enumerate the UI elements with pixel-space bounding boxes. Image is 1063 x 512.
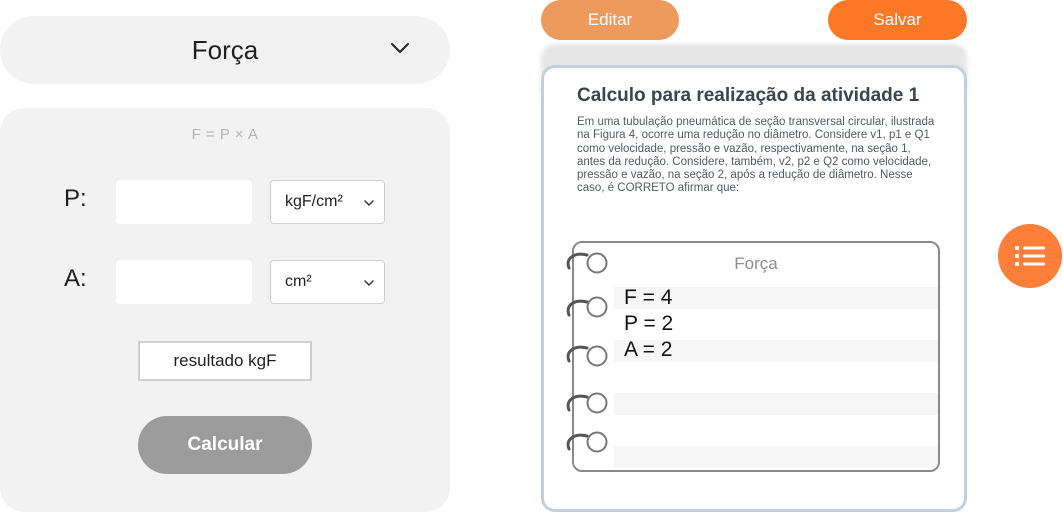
notebook-stripe <box>614 446 938 468</box>
chevron-down-icon <box>364 280 374 286</box>
notebook-lines: F = 4 P = 2 A = 2 <box>624 285 673 363</box>
notebook-stripe <box>614 393 938 415</box>
spiral-ring <box>566 252 608 274</box>
notebook-line: A = 2 <box>624 338 673 361</box>
a-label: A: <box>64 265 87 292</box>
notebook-line: P = 2 <box>624 312 674 335</box>
spiral-rings-icon <box>566 252 608 453</box>
a-input[interactable] <box>116 260 252 304</box>
save-button[interactable]: Salvar <box>828 0 967 40</box>
formula-select[interactable]: Força <box>0 16 450 84</box>
p-label: P: <box>64 185 87 212</box>
chevron-down-icon <box>364 200 374 206</box>
calculator-panel: F = P × A P: kgF/cm² A: cm² resultado kg… <box>0 108 450 512</box>
result-field: resultado kgF <box>138 341 312 381</box>
a-unit-value: cm² <box>285 273 312 290</box>
list-fab-button[interactable] <box>998 224 1062 288</box>
notebook: Força F = 4 P = 2 A = 2 <box>572 241 940 472</box>
spiral-ring <box>566 296 608 318</box>
list-icon <box>1015 246 1045 266</box>
spiral-ring <box>566 345 608 367</box>
notebook-title: Força <box>734 254 778 273</box>
formula-select-value: Força <box>191 34 259 65</box>
p-input[interactable] <box>116 180 252 224</box>
chevron-down-icon <box>390 42 410 54</box>
spiral-ring <box>566 392 608 414</box>
activity-description: Em uma tubulação pneumática de seção tra… <box>577 116 935 195</box>
p-unit-value: kgF/cm² <box>285 193 343 210</box>
calculate-button[interactable]: Calcular <box>138 416 312 474</box>
formula-text: F = P × A <box>191 126 259 143</box>
edit-button[interactable]: Editar <box>541 0 679 40</box>
spiral-ring <box>566 431 608 453</box>
a-unit-select[interactable]: cm² <box>270 260 385 304</box>
activity-title: Calculo para realização da atividade 1 <box>577 85 920 106</box>
p-unit-select[interactable]: kgF/cm² <box>270 180 385 224</box>
notebook-line: F = 4 <box>624 286 673 309</box>
